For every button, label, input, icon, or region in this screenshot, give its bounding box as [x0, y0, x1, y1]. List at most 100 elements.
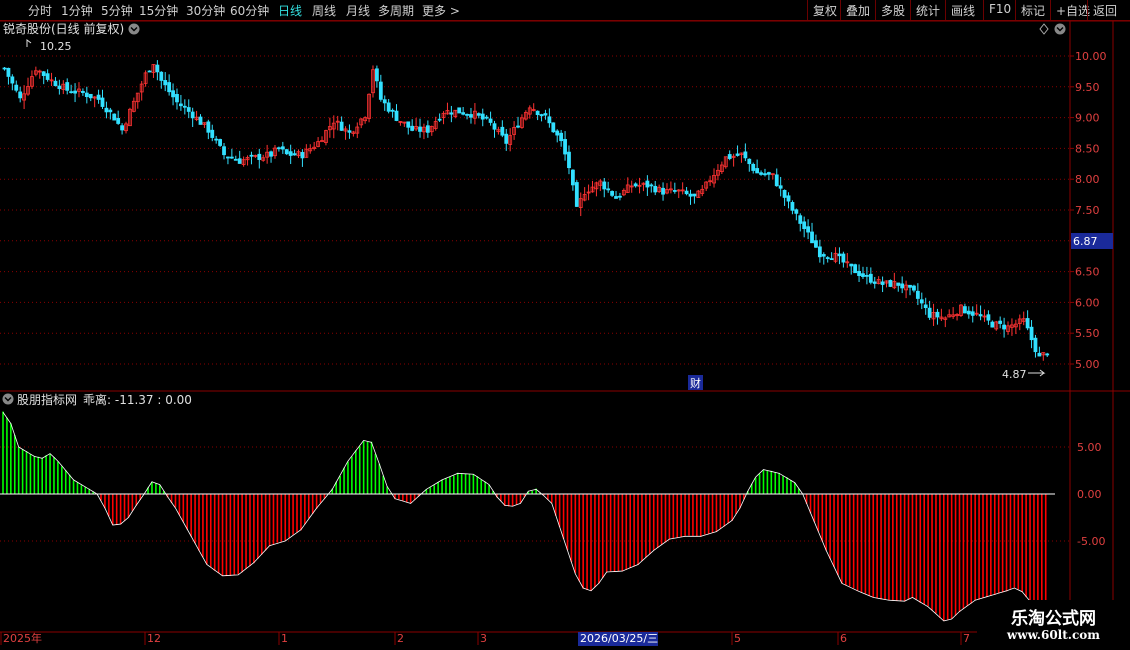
- candle-body: [794, 209, 799, 214]
- low-marker-arrow: [1028, 369, 1046, 377]
- candle-body: [571, 169, 575, 186]
- candle-body: [104, 107, 109, 113]
- candle-body: [10, 76, 15, 84]
- candle-body: [908, 284, 912, 288]
- settings-dropdown-icon[interactable]: [1054, 23, 1066, 35]
- candle-body: [6, 67, 11, 77]
- indicator-tick-1: 0.00: [1077, 488, 1102, 501]
- candle-body: [84, 92, 89, 98]
- candle-body: [606, 188, 611, 191]
- candle-body: [437, 118, 442, 121]
- date-highlight: 2026/03/25/三: [580, 632, 658, 645]
- date-label-1: 12: [147, 632, 161, 645]
- candle-body: [147, 70, 152, 73]
- title-dropdown-icon[interactable]: [128, 23, 140, 35]
- candle-body: [555, 130, 560, 136]
- candle-body: [374, 68, 379, 82]
- candle-body: [817, 246, 822, 258]
- candle-body: [978, 314, 983, 317]
- date-axis: 2025年 12 1 2 3 5 6 72026/03/25/三: [0, 631, 970, 646]
- deviation-bar-series: [0, 411, 1055, 622]
- price-axes: [0, 20, 1130, 633]
- price-tick-5: 7.50: [1075, 204, 1100, 217]
- indicator-dropdown-icon[interactable]: [2, 393, 14, 405]
- candle-body: [339, 121, 344, 131]
- candle-body: [178, 103, 183, 107]
- candle-body: [390, 109, 395, 112]
- candle-body: [484, 116, 489, 119]
- candle-body: [841, 253, 846, 263]
- candle-body: [233, 158, 238, 161]
- candle-body: [574, 182, 579, 207]
- candle-body: [159, 71, 164, 81]
- watermark-line2: www.60lt.com: [1007, 628, 1100, 642]
- candle-body: [226, 156, 230, 159]
- candle-body: [559, 132, 564, 142]
- candle-body: [829, 258, 834, 261]
- candle-body: [821, 254, 826, 257]
- candle-body: [759, 172, 763, 175]
- candle-body: [2, 67, 7, 70]
- candle-body: [912, 285, 916, 291]
- candle-body: [120, 125, 124, 131]
- candle-body: [888, 280, 893, 287]
- candle-body: [257, 153, 262, 160]
- candle-body: [292, 153, 297, 156]
- fin-marker[interactable]: 财: [690, 376, 701, 390]
- candle-body: [547, 116, 552, 124]
- candle-body: [743, 151, 748, 159]
- candle-body: [661, 187, 665, 195]
- candle-body: [865, 274, 869, 277]
- stock-title: 锐奇股份(日线 前复权): [3, 21, 124, 36]
- candle-body: [935, 311, 940, 318]
- date-label-7: 7: [963, 632, 970, 645]
- candle-body: [410, 125, 415, 131]
- candle-body: [849, 263, 854, 267]
- price-tick-2: 9.00: [1075, 112, 1100, 125]
- candle-body: [806, 226, 810, 233]
- candle-body: [790, 202, 795, 211]
- candle-body: [645, 180, 650, 188]
- candle-body: [927, 307, 932, 318]
- candle-body: [406, 121, 411, 128]
- candle-body: [837, 253, 842, 257]
- candle-body: [774, 174, 779, 187]
- candle-body: [465, 113, 469, 116]
- candle-body: [280, 146, 285, 150]
- candle-body: [347, 130, 352, 133]
- candle-body: [175, 94, 179, 103]
- candle-body: [461, 112, 466, 115]
- candle-body: [218, 139, 223, 146]
- candle-body: [53, 80, 58, 87]
- candle-body: [735, 153, 740, 156]
- candle-body: [276, 147, 281, 150]
- candle-body: [476, 113, 481, 116]
- candle-body: [868, 273, 873, 283]
- candle-body: [378, 81, 383, 100]
- candle-body: [96, 94, 101, 100]
- candle-body: [896, 282, 901, 286]
- candle-body: [284, 149, 289, 155]
- candle-body: [825, 257, 830, 259]
- candle-body: [567, 151, 571, 169]
- candle-body: [810, 231, 814, 244]
- candle-body: [610, 191, 614, 196]
- candle-body: [112, 113, 117, 121]
- candle-body: [543, 113, 548, 116]
- candle-body: [767, 172, 771, 175]
- candle-body: [1045, 353, 1050, 356]
- candle-body: [684, 190, 689, 195]
- candle-body: [802, 221, 807, 230]
- candle-body: [1002, 324, 1006, 330]
- main-grid: 10.009.509.008.508.007.507.006.506.005.5…: [0, 50, 1107, 371]
- diamond-icon[interactable]: [1039, 23, 1049, 35]
- candle-body: [563, 139, 567, 155]
- candle-body: [57, 85, 62, 90]
- price-tick-7: 6.50: [1075, 266, 1100, 279]
- candle-body: [672, 190, 677, 192]
- candle-body: [469, 114, 473, 118]
- candle-body: [990, 321, 995, 328]
- candle-body: [14, 84, 19, 91]
- candle-body: [614, 196, 618, 199]
- candle-body: [602, 181, 607, 190]
